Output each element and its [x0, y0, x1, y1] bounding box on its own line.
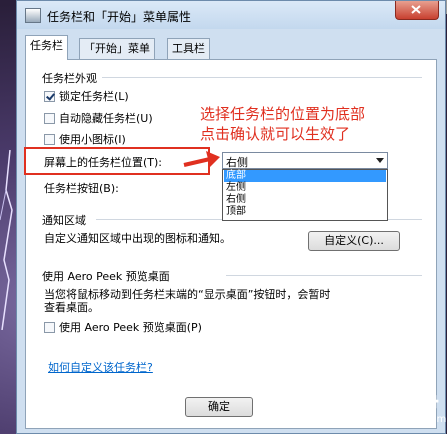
title-bar[interactable]: 任务栏和「开始」菜单属性: [17, 1, 445, 29]
annotation-line2: 点击确认就可以生效了: [200, 125, 351, 143]
site-watermark: 爱纯净 aichunjing.com: [311, 382, 446, 428]
taskbar-app-icon: [25, 8, 41, 23]
checkbox-label: 使用小图标(I): [59, 133, 126, 146]
chevron-down-icon[interactable]: [376, 158, 384, 163]
watermark-url: aichunjing.com: [357, 414, 447, 425]
ok-button[interactable]: 确定: [185, 397, 253, 417]
option-top[interactable]: 顶部: [224, 206, 246, 218]
tab-toolbars[interactable]: 工具栏: [167, 38, 210, 59]
close-button[interactable]: [395, 1, 439, 20]
small-icons-checkbox[interactable]: 使用小图标(I): [44, 131, 126, 147]
aero-peek-checkbox[interactable]: 使用 Aero Peek 预览桌面(P): [44, 319, 202, 335]
checkbox-box[interactable]: [44, 112, 55, 124]
annotation-line1: 选择任务栏的位置为底部: [200, 105, 366, 123]
tab-taskbar[interactable]: 任务栏: [25, 35, 68, 60]
arrow-icon: [183, 151, 220, 167]
notification-description: 自定义通知区域中出现的图标和通知。: [44, 232, 231, 245]
peek-description-line2: 查看桌面。: [44, 301, 99, 314]
position-dropdown-list: 底部 左侧 右侧 顶部: [222, 169, 388, 221]
checkbox-box[interactable]: [44, 133, 55, 145]
tab-label: 任务栏: [30, 39, 63, 52]
help-link[interactable]: 如何自定义该任务栏?: [48, 359, 153, 375]
option-right[interactable]: 右侧: [224, 194, 246, 206]
watermark-logo-icon: [313, 386, 351, 424]
customize-button[interactable]: 自定义(C)...: [308, 231, 400, 251]
tab-start-menu[interactable]: 「开始」菜单: [79, 38, 155, 59]
lock-taskbar-checkbox[interactable]: 锁定任务栏(L): [44, 88, 129, 104]
position-select[interactable]: 右侧: [222, 152, 388, 169]
checkbox-box[interactable]: [44, 321, 55, 333]
tab-label: 工具栏: [172, 42, 205, 55]
checkbox-label: 使用 Aero Peek 预览桌面(P): [59, 321, 202, 334]
notification-group-title: 通知区域: [42, 214, 86, 227]
checkbox-label: 自动隐藏任务栏(U): [59, 112, 153, 125]
group-divider: [102, 77, 422, 78]
taskbar-buttons-label: 任务栏按钮(B):: [44, 182, 119, 195]
appearance-group-title: 任务栏外观: [42, 72, 97, 85]
checkbox-label: 锁定任务栏(L): [59, 90, 129, 103]
window-title: 任务栏和「开始」菜单属性: [47, 10, 192, 24]
tab-label: 「开始」菜单: [84, 42, 150, 55]
checkbox-box[interactable]: [44, 90, 55, 102]
peek-group-title: 使用 Aero Peek 预览桌面: [42, 270, 170, 283]
close-icon: [411, 5, 421, 14]
group-divider: [226, 275, 422, 276]
autohide-checkbox[interactable]: 自动隐藏任务栏(U): [44, 110, 153, 126]
properties-dialog: 任务栏和「开始」菜单属性 任务栏 「开始」菜单 工具栏 任务栏外观 锁定任务栏(…: [16, 0, 446, 434]
option-left[interactable]: 左侧: [224, 182, 246, 194]
option-bottom[interactable]: 底部: [224, 170, 386, 182]
position-select-value: 右侧: [226, 156, 248, 169]
